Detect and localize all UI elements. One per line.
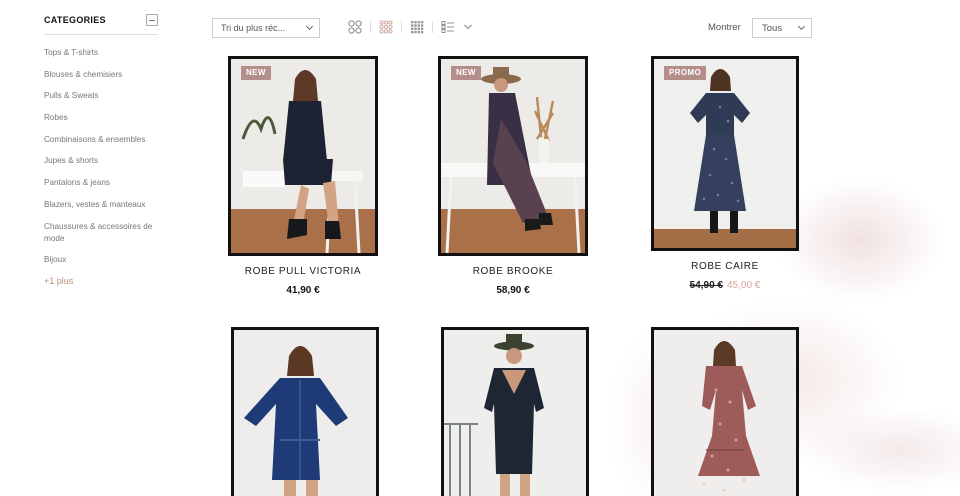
category-chaussures[interactable]: Chaussures & accessoires de mode <box>44 221 158 245</box>
product-card-black-dress[interactable] <box>441 327 589 496</box>
category-combinaisons[interactable]: Combinaisons & ensembles <box>44 134 158 146</box>
product-card-caire[interactable]: PROMO ROBE CAIRE 54,90 € 45,00 € <box>651 56 799 291</box>
product-card-denim[interactable] <box>231 327 379 496</box>
chevron-down-icon <box>797 22 806 31</box>
product-price-group: 54,90 € 45,00 € <box>651 280 799 291</box>
category-pantalons[interactable]: Pantalons & jeans <box>44 177 158 189</box>
grid-4-icon[interactable] <box>410 20 424 34</box>
product-image[interactable] <box>651 327 799 496</box>
more-categories-link[interactable]: +1 plus <box>44 276 158 286</box>
product-name[interactable]: ROBE BROOKE <box>438 266 588 277</box>
product-price: 41,90 € <box>286 285 320 296</box>
categories-title: CATEGORIES <box>44 15 106 25</box>
new-badge: NEW <box>451 66 481 80</box>
category-bijoux[interactable]: Bijoux <box>44 254 158 266</box>
new-badge: NEW <box>241 66 271 80</box>
category-blazers[interactable]: Blazers, vestes & manteaux <box>44 199 158 211</box>
sort-value: Tri du plus réc... <box>221 23 286 33</box>
product-old-price: 54,90 € <box>689 280 723 291</box>
category-blouses[interactable]: Blouses & chemisiers <box>44 69 158 81</box>
grid-3-icon[interactable] <box>379 20 393 34</box>
product-photo-scene <box>654 330 796 496</box>
product-name[interactable]: ROBE PULL VICTORIA <box>228 266 378 277</box>
product-sale-price: 45,00 € <box>727 280 761 291</box>
product-card-brooke[interactable]: NEW ROBE BROOKE 58,90 € <box>438 56 588 296</box>
promo-badge: PROMO <box>664 66 707 80</box>
product-photo-scene <box>231 59 375 253</box>
product-photo-scene <box>234 330 376 496</box>
show-label: Montrer <box>708 22 741 33</box>
product-image[interactable]: PROMO <box>651 56 799 251</box>
view-mode-toggle <box>348 20 473 34</box>
category-tops[interactable]: Tops & T-shirts <box>44 47 158 59</box>
category-list: Tops & T-shirts Blouses & chemisiers Pul… <box>44 47 158 266</box>
category-robes[interactable]: Robes <box>44 112 158 124</box>
collapse-icon[interactable] <box>146 14 158 26</box>
category-jupes[interactable]: Jupes & shorts <box>44 155 158 167</box>
product-card-pink-dress[interactable] <box>651 327 799 496</box>
categories-header: CATEGORIES <box>44 14 158 35</box>
chevron-down-icon[interactable] <box>463 22 473 32</box>
show-value: Tous <box>762 23 783 34</box>
product-image[interactable]: NEW <box>438 56 588 256</box>
product-image[interactable]: NEW <box>228 56 378 256</box>
category-pulls[interactable]: Pulls & Sweats <box>44 90 158 102</box>
chevron-down-icon <box>305 22 314 31</box>
product-photo-scene <box>654 59 796 248</box>
product-image[interactable] <box>231 327 379 496</box>
grid-2-icon[interactable] <box>348 20 362 34</box>
view-separator <box>432 21 433 33</box>
view-separator <box>401 21 402 33</box>
list-view-icon[interactable] <box>441 20 455 34</box>
view-separator <box>370 21 371 33</box>
sort-select[interactable]: Tri du plus réc... <box>212 18 320 38</box>
product-name[interactable]: ROBE CAIRE <box>651 261 799 272</box>
category-sidebar: CATEGORIES Tops & T-shirts Blouses & che… <box>44 14 158 286</box>
product-photo-scene <box>441 59 585 253</box>
product-image[interactable] <box>441 327 589 496</box>
show-select[interactable]: Tous <box>752 18 812 38</box>
product-photo-scene <box>444 330 586 496</box>
product-price: 58,90 € <box>496 285 530 296</box>
product-card-victoria[interactable]: NEW ROBE PULL VICTORIA 41,90 € <box>228 56 378 296</box>
